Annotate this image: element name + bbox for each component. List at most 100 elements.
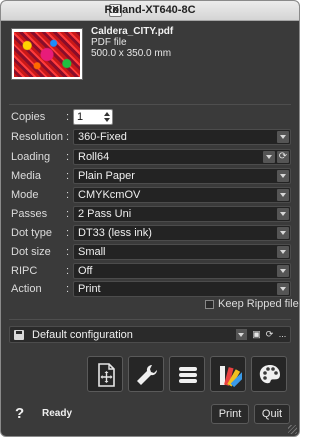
colon: : [66, 111, 70, 123]
chevron-down-icon[interactable] [277, 265, 289, 277]
dot-size-label: Dot size [11, 246, 51, 258]
footer: ? Ready Print Quit [1, 398, 299, 436]
copies-value: 1 [77, 111, 84, 123]
status-text: Ready [42, 408, 73, 419]
mode-label: Mode [11, 189, 39, 201]
loading-label: Loading [11, 151, 51, 163]
divider [9, 319, 291, 320]
passes-label: Passes [11, 208, 48, 220]
ripc-value: Off [78, 265, 93, 277]
dot-size-select[interactable]: Small [73, 244, 291, 260]
thumbnail-artwork [14, 32, 80, 77]
copies-input[interactable]: 1 [73, 109, 113, 125]
colon: : [66, 227, 70, 239]
copies-stepper[interactable] [104, 110, 111, 124]
add-page-icon [98, 363, 115, 387]
dot-size-value: Small [78, 246, 106, 258]
dot-type-label: Dot type [11, 227, 52, 239]
action-select[interactable]: Print [73, 281, 291, 297]
help-button[interactable]: ? [15, 405, 24, 422]
colon: : [66, 265, 70, 277]
stack-icon [179, 367, 197, 383]
dot-type-row: Dot type : DT33 (less ink) [11, 225, 291, 241]
action-label: Action [11, 283, 42, 295]
colon: : [66, 246, 70, 258]
colon: : [66, 170, 70, 182]
passes-select[interactable]: 2 Pass Uni [73, 206, 291, 222]
passes-row: Passes : 2 Pass Uni [11, 206, 291, 222]
chevron-down-icon[interactable] [277, 246, 289, 258]
loading-row: Loading : Roll64 ⟳ [11, 149, 291, 165]
stepper-down-icon[interactable] [104, 118, 110, 122]
queue-button[interactable] [169, 356, 205, 392]
configuration-value: Default configuration [32, 329, 133, 341]
add-page-button[interactable] [87, 356, 123, 392]
colon: : [66, 283, 70, 295]
configuration-select[interactable]: Default configuration ▣ ⟳ ... [9, 326, 291, 343]
resolution-label: Resolution [11, 131, 63, 143]
color-palette-button[interactable] [251, 356, 287, 392]
chevron-down-icon[interactable] [277, 227, 289, 239]
file-size: 500.0 x 350.0 mm [91, 48, 172, 59]
dot-size-row: Dot size : Small [11, 244, 291, 260]
mode-select[interactable]: CMYKcmOV [73, 187, 291, 203]
checkbox-box[interactable] [205, 300, 214, 309]
title-bar: X Roland-XT640-8C [1, 1, 299, 21]
media-value: Plain Paper [78, 170, 135, 182]
ripc-select[interactable]: Off [73, 263, 291, 279]
colon: : [66, 131, 70, 143]
chevron-down-icon[interactable] [277, 170, 289, 182]
swatch-fan-icon [220, 366, 242, 388]
print-button[interactable]: Print [211, 404, 249, 424]
chevron-down-icon[interactable] [236, 329, 247, 340]
floppy-disk-icon [14, 330, 24, 340]
loading-select[interactable]: Roll64 ⟳ [73, 149, 291, 165]
copies-label: Copies [11, 111, 46, 123]
chevron-down-icon[interactable] [277, 131, 289, 143]
media-label: Media [11, 170, 41, 182]
refresh-icon[interactable]: ⟳ [264, 329, 275, 340]
mode-value: CMYKcmOV [78, 189, 141, 201]
window-title: Roland-XT640-8C [104, 4, 196, 16]
resize-grip-icon[interactable] [288, 425, 297, 434]
action-row: Action : Print [11, 281, 291, 297]
file-info: Caldera_CITY.pdf PDF file 500.0 x 350.0 … [91, 26, 173, 59]
file-header: Caldera_CITY.pdf PDF file 500.0 x 350.0 … [1, 22, 299, 102]
stepper-up-icon[interactable] [104, 112, 110, 116]
chevron-down-icon[interactable] [263, 151, 275, 163]
action-value: Print [78, 283, 101, 295]
refresh-icon[interactable]: ⟳ [277, 151, 289, 163]
wrench-icon [137, 364, 158, 385]
passes-value: 2 Pass Uni [78, 208, 132, 220]
colon: : [66, 151, 70, 163]
mode-row: Mode : CMYKcmOV [11, 187, 291, 203]
more-options-button[interactable]: ... [277, 329, 288, 340]
loading-value: Roll64 [78, 151, 110, 163]
color-swatch-button[interactable] [210, 356, 246, 392]
chevron-down-icon[interactable] [277, 189, 289, 201]
media-row: Media : Plain Paper [11, 168, 291, 184]
ripc-label: RIPC [11, 265, 38, 277]
dot-type-select[interactable]: DT33 (less ink) [73, 225, 291, 241]
colon: : [66, 208, 70, 220]
divider [9, 104, 291, 105]
media-select[interactable]: Plain Paper [73, 168, 291, 184]
resolution-row: Resolution : 360-Fixed [11, 129, 291, 145]
ripc-row: RIPC : Off [11, 263, 291, 279]
resolution-value: 360-Fixed [78, 131, 127, 143]
dot-type-value: DT33 (less ink) [78, 227, 152, 239]
file-type: PDF file [91, 37, 127, 48]
save-config-icon[interactable]: ▣ [251, 329, 262, 340]
copies-row: Copies : 1 [11, 109, 291, 125]
resolution-select[interactable]: 360-Fixed [73, 129, 291, 145]
app-window: X Roland-XT640-8C Caldera_CITY.pdf PDF f… [0, 0, 300, 437]
file-thumbnail [11, 28, 83, 80]
settings-button[interactable] [128, 356, 164, 392]
chevron-down-icon[interactable] [277, 208, 289, 220]
file-name: Caldera_CITY.pdf [91, 26, 174, 37]
chevron-down-icon[interactable] [277, 283, 289, 295]
palette-icon [259, 365, 280, 384]
keep-ripped-label: Keep Ripped file [218, 298, 299, 310]
colon: : [66, 189, 70, 201]
quit-button[interactable]: Quit [254, 404, 290, 424]
